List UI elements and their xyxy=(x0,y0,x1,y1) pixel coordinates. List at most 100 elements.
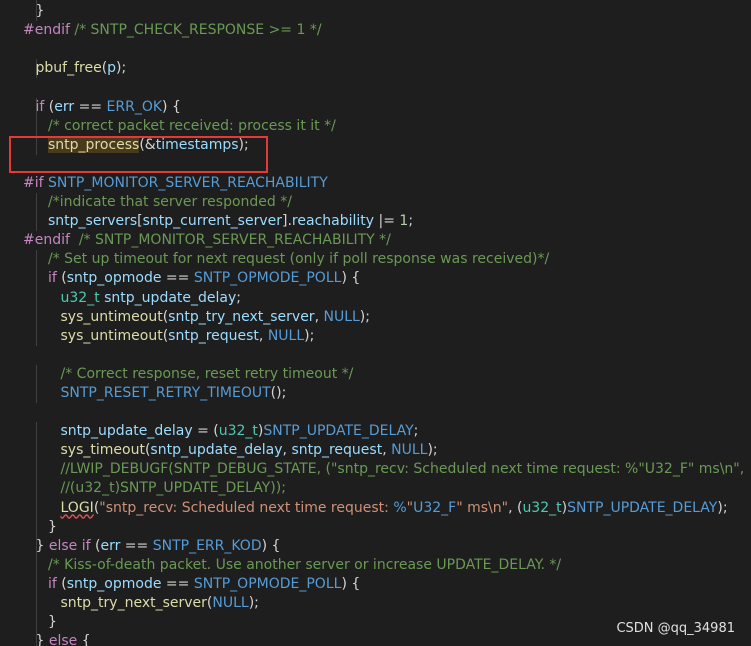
code-line[interactable]: LOGI("sntp_recv: Scheduled next time req… xyxy=(0,498,751,518)
code-token: if xyxy=(48,575,57,592)
code-line[interactable]: /* Kiss-of-death packet. Use another ser… xyxy=(0,555,751,575)
code-line[interactable]: sntp_update_delay = (u32_t)SNTP_UPDATE_D… xyxy=(0,422,751,442)
code-token: (& xyxy=(139,136,156,153)
code-token: /* Set up timeout for next request (only… xyxy=(48,251,550,268)
indent-guide xyxy=(36,116,37,136)
code-line[interactable]: #endif /* SNTP_MONITOR_SERVER_REACHABILI… xyxy=(0,231,751,250)
code-line[interactable]: } else if (err == SNTP_ERR_KOD) { xyxy=(0,536,751,556)
code-token: NULL xyxy=(267,327,305,344)
code-token: ); xyxy=(359,308,370,325)
code-token: SNTP_UPDATE_DELAY xyxy=(263,423,414,440)
code-line[interactable]: /* correct packet received: process it i… xyxy=(0,116,751,136)
code-line[interactable]: /* Set up timeout for next request (only… xyxy=(0,250,751,270)
code-token: ( xyxy=(90,537,101,554)
code-token: " ms\n" xyxy=(456,499,509,516)
code-token: ) { xyxy=(341,270,361,287)
code-line[interactable]: //LWIP_DEBUGF(SNTP_DEBUG_STATE, ("sntp_r… xyxy=(0,460,751,480)
code-line[interactable]: pbuf_free(p); xyxy=(0,59,751,79)
code-token: == xyxy=(161,575,194,592)
code-text: u32_t sntp_update_delay; xyxy=(61,289,241,308)
code-line[interactable]: if (err == ERR_OK) { xyxy=(0,97,751,117)
code-line[interactable]: } xyxy=(0,2,751,22)
code-line[interactable] xyxy=(0,78,751,97)
code-text: //(u32_t)SNTP_UPDATE_DELAY)); xyxy=(61,479,286,498)
code-token: #endif xyxy=(23,22,70,39)
code-line[interactable]: sys_untimeout(sntp_try_next_server, NULL… xyxy=(0,307,751,327)
code-token: (); xyxy=(270,384,287,401)
code-token: , xyxy=(258,327,268,344)
code-line[interactable]: /*indicate that server responded */ xyxy=(0,193,751,213)
indent-guide xyxy=(36,498,37,518)
code-line[interactable] xyxy=(0,403,751,422)
code-token: == xyxy=(161,270,194,287)
code-token: ); xyxy=(717,499,728,516)
indent-guide xyxy=(36,594,37,614)
code-text: if (sntp_opmode == SNTP_OPMODE_POLL) { xyxy=(48,269,360,288)
code-line[interactable]: #endif /* SNTP_CHECK_RESPONSE >= 1 */ xyxy=(0,21,751,40)
code-token: sntp_update_delay xyxy=(60,423,193,440)
code-token: //LWIP_DEBUGF(SNTP_DEBUG_STATE, ("sntp_r… xyxy=(60,461,745,478)
code-line[interactable]: /* Correct response, reset retry timeout… xyxy=(0,364,751,384)
code-line[interactable]: SNTP_RESET_RETRY_TIMEOUT(); xyxy=(0,383,751,404)
code-token: #endif xyxy=(23,232,70,249)
code-line[interactable]: sys_untimeout(sntp_request, NULL); xyxy=(0,326,751,346)
code-token: p xyxy=(107,60,117,77)
code-text: } else if (err == SNTP_ERR_KOD) { xyxy=(36,537,281,556)
code-token: err xyxy=(100,537,121,554)
code-token: SNTP_UPDATE_DELAY xyxy=(567,499,718,516)
code-text: sys_untimeout(sntp_request, NULL); xyxy=(61,327,315,346)
indent-guide xyxy=(36,574,37,594)
code-token: /* SNTP_CHECK_RESPONSE >= 1 */ xyxy=(69,22,322,39)
code-token: ) { xyxy=(341,575,361,592)
code-text: } xyxy=(48,613,57,632)
indent-guide xyxy=(36,383,37,404)
code-line[interactable]: if (sntp_opmode == SNTP_OPMODE_POLL) { xyxy=(0,574,751,594)
indent-guide xyxy=(36,422,37,442)
indent-guide xyxy=(36,613,37,633)
code-line[interactable]: sys_timeout(sntp_update_delay, sntp_requ… xyxy=(0,441,751,461)
code-token: //(u32_t)SNTP_UPDATE_DELAY)); xyxy=(60,480,286,497)
indent-guide xyxy=(36,212,37,232)
code-token: sntp_try_next_server xyxy=(168,308,315,325)
code-token: sys_timeout xyxy=(60,442,145,459)
code-token: sntp_request xyxy=(291,442,383,459)
code-token: sys_untimeout xyxy=(60,327,163,344)
code-token: if xyxy=(48,270,57,287)
indent-guide xyxy=(36,307,37,327)
code-token: err xyxy=(54,98,75,115)
code-token: } xyxy=(35,537,49,554)
code-line[interactable]: sntp_try_next_server(NULL); xyxy=(0,594,751,614)
code-text: #endif /* SNTP_CHECK_RESPONSE >= 1 */ xyxy=(23,21,322,40)
code-line[interactable]: sntp_process(&timestamps); xyxy=(0,135,751,155)
code-text: } xyxy=(36,2,45,21)
code-text: sntp_update_delay = (u32_t)SNTP_UPDATE_D… xyxy=(61,422,419,441)
code-line[interactable]: u32_t sntp_update_delay; xyxy=(0,288,751,308)
code-token: { xyxy=(77,633,91,646)
indent-guide xyxy=(36,517,37,537)
code-line[interactable]: //(u32_t)SNTP_UPDATE_DELAY)); xyxy=(0,479,751,499)
code-token: ( xyxy=(56,575,67,592)
code-text: if (sntp_opmode == SNTP_OPMODE_POLL) { xyxy=(48,575,360,594)
code-token: NULL xyxy=(391,442,428,459)
indent-guide xyxy=(36,135,37,155)
code-line[interactable]: #if SNTP_MONITOR_SERVER_REACHABILITY xyxy=(0,174,751,193)
code-token: } xyxy=(35,3,45,20)
code-token: else xyxy=(48,633,78,646)
code-token: ( xyxy=(44,98,55,115)
code-text: pbuf_free(p); xyxy=(36,59,127,78)
code-token: sntp_opmode xyxy=(66,575,162,592)
code-token: SNTP_MONITOR_SERVER_REACHABILITY xyxy=(43,174,328,191)
code-line[interactable] xyxy=(0,346,751,365)
code-token: SNTP_OPMODE_POLL xyxy=(193,575,342,592)
code-token: sntp_update_delay xyxy=(150,442,283,459)
code-editor[interactable]: err = ERR_TIMEOUT;}#endif /* SNTP_CHECK_… xyxy=(0,0,751,646)
code-token: == xyxy=(120,537,153,554)
code-token: sntp_opmode xyxy=(66,270,162,287)
code-token: sntp_process xyxy=(48,136,140,153)
code-line[interactable] xyxy=(0,155,751,174)
code-line[interactable] xyxy=(0,40,751,59)
code-token: NULL xyxy=(323,308,360,325)
code-line[interactable]: if (sntp_opmode == SNTP_OPMODE_POLL) { xyxy=(0,269,751,289)
code-line[interactable]: } xyxy=(0,517,751,537)
code-line[interactable]: sntp_servers[sntp_current_server].reacha… xyxy=(0,212,751,232)
